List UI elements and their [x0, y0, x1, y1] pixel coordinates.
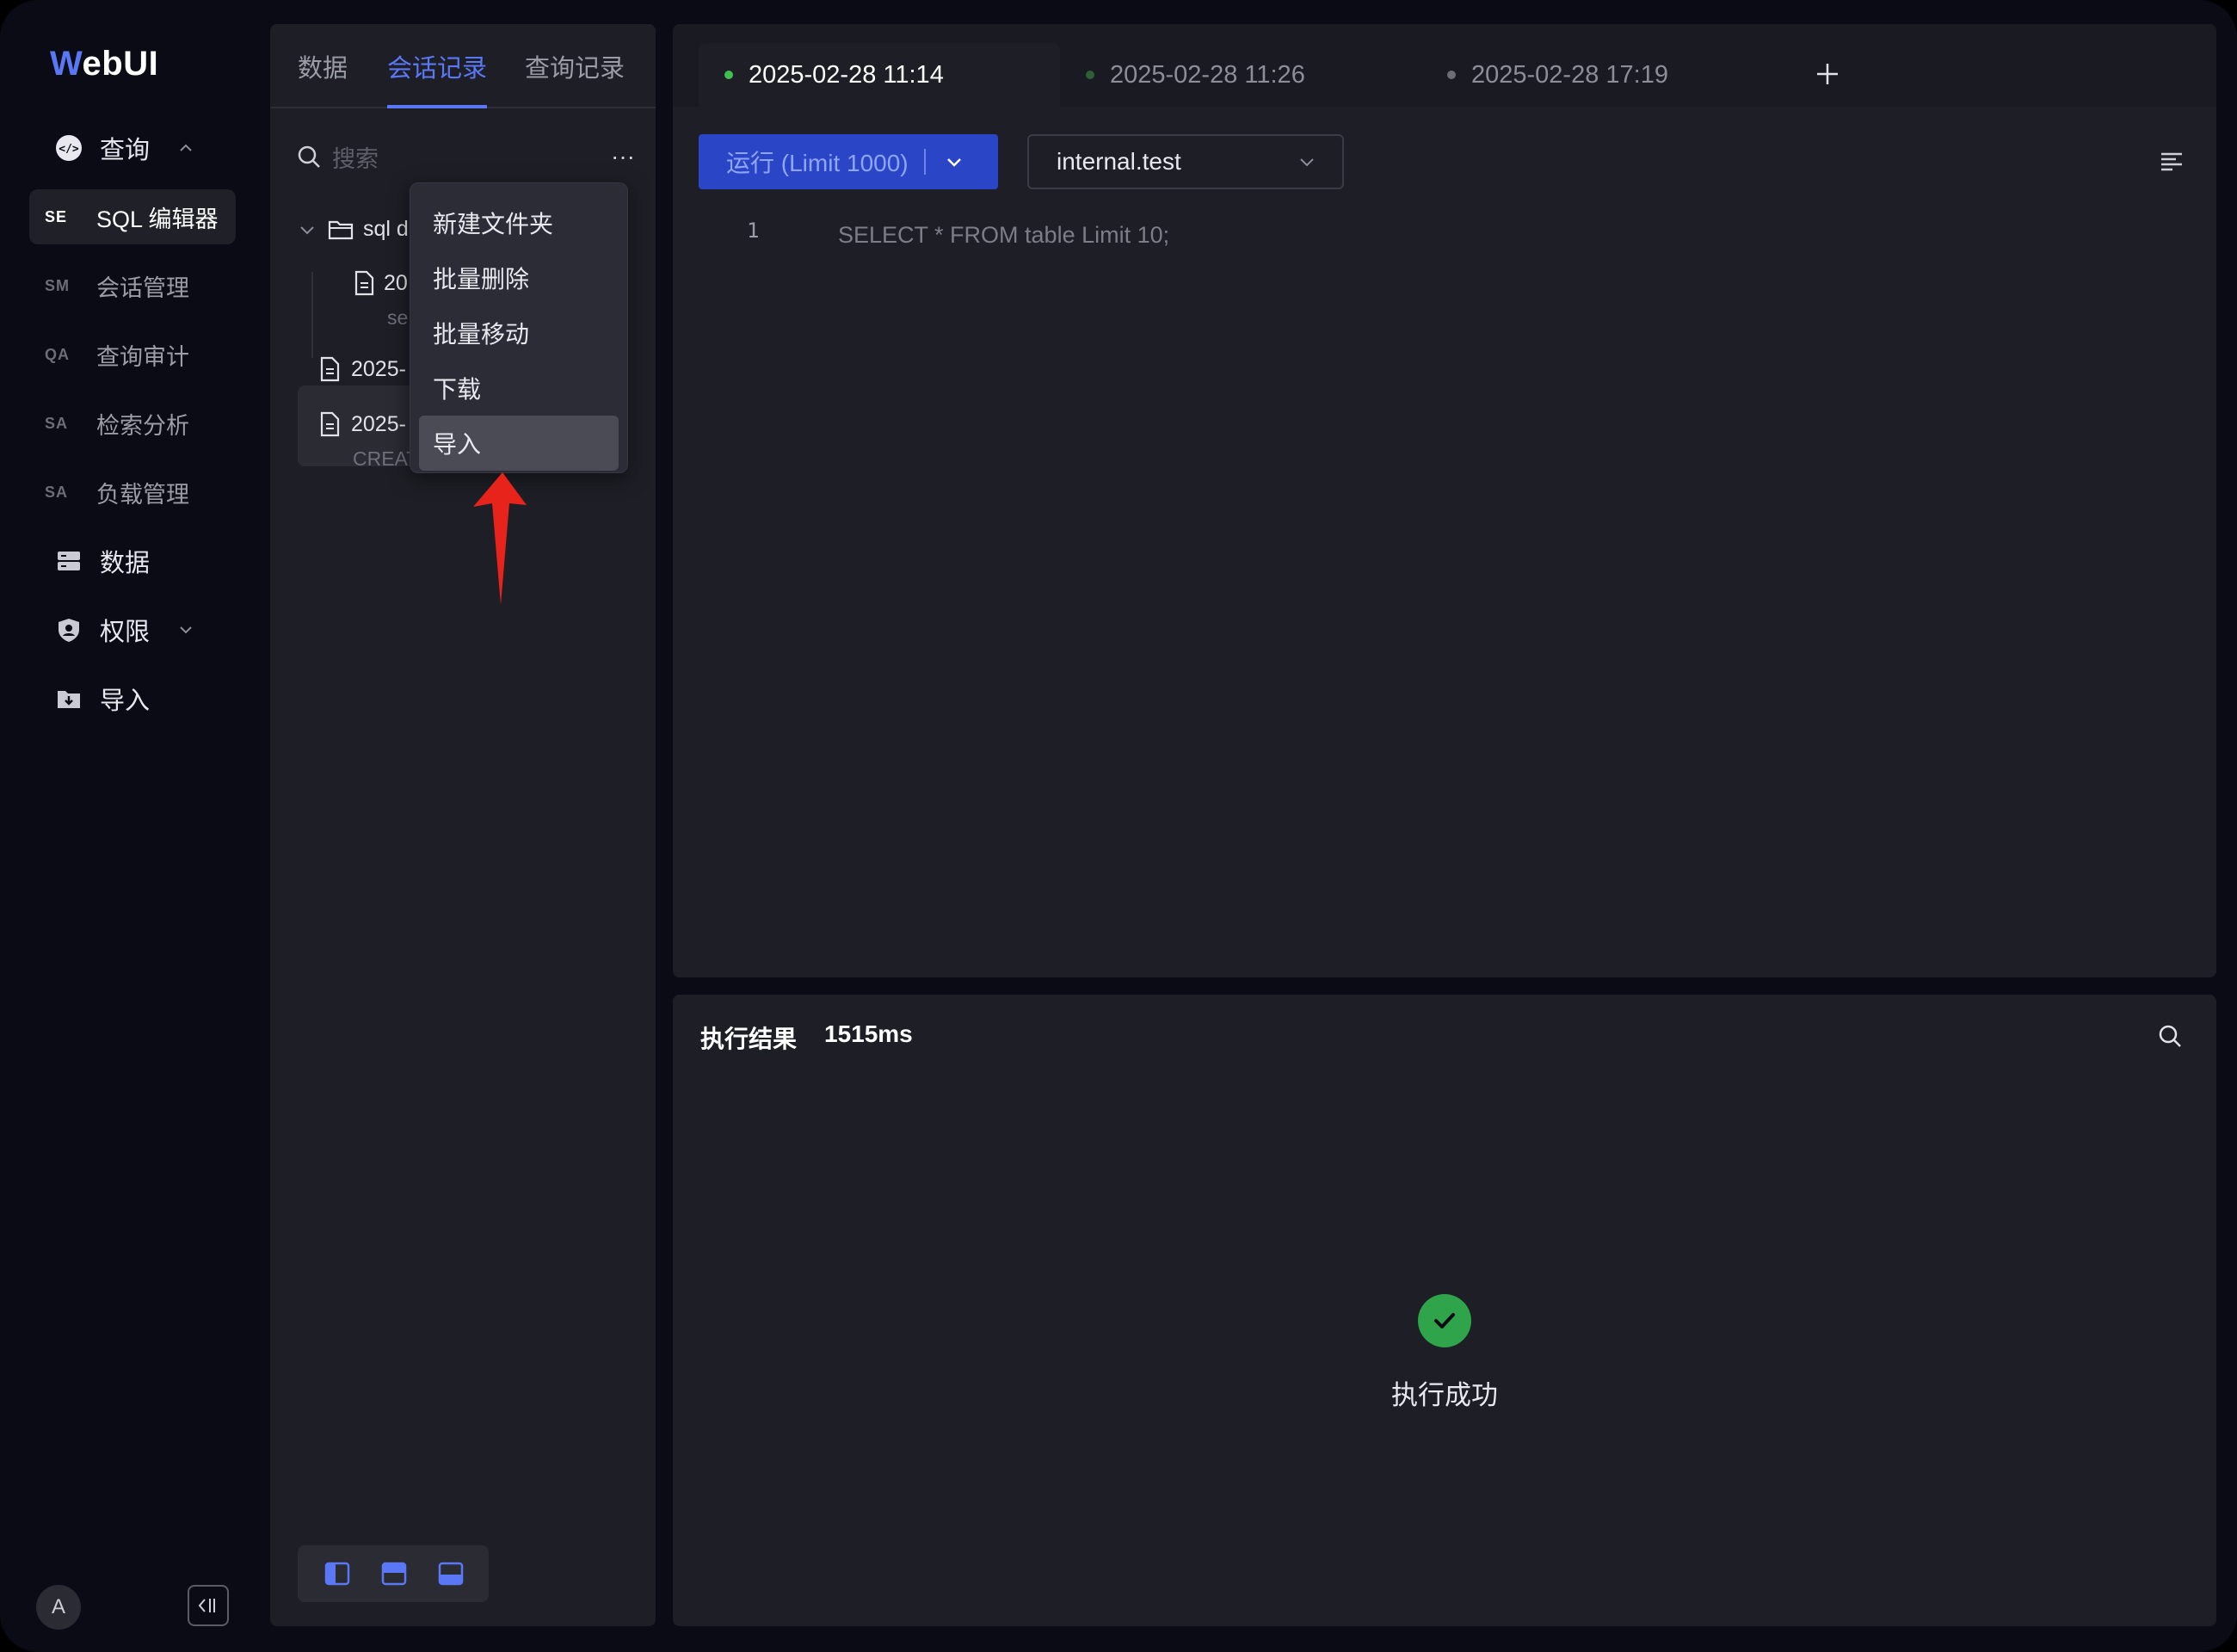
menu-item-batch-move[interactable]: 批量移动	[419, 305, 619, 361]
collapse-sidebar-button[interactable]	[188, 1585, 229, 1626]
sidebar-item-workload-management[interactable]: SA 负载管理	[29, 465, 236, 520]
tree-file-preview: CREAT	[353, 447, 418, 470]
format-button[interactable]	[2154, 145, 2189, 179]
tree-file[interactable]: 2025-	[318, 356, 422, 382]
menu-item-download[interactable]: 下载	[419, 361, 619, 416]
annotation-arrow-icon	[473, 472, 527, 605]
sidebar-item-sql-editor[interactable]: SE SQL 编辑器	[29, 189, 236, 244]
nav-item-import[interactable]: 导入	[29, 671, 236, 726]
nav-item-permissions[interactable]: 权限	[29, 602, 236, 657]
layout-bottom-panel-icon[interactable]	[437, 1560, 465, 1587]
tab-session-records[interactable]: 会话记录	[387, 48, 488, 108]
sidebar-item-session-management[interactable]: SM 会话管理	[29, 258, 236, 313]
status-dot	[1086, 71, 1094, 79]
tab-query-records[interactable]: 查询记录	[525, 48, 625, 108]
chevron-down-icon	[300, 225, 314, 234]
file-icon	[320, 356, 340, 382]
query-icon: </>	[52, 131, 86, 165]
svg-text:</>: </>	[59, 143, 79, 156]
chevron-down-icon[interactable]	[941, 149, 967, 175]
avatar[interactable]: A	[36, 1585, 81, 1630]
code-input[interactable]: SELECT * FROM table Limit 10;	[838, 222, 1169, 249]
folder-import-icon	[52, 681, 86, 716]
more-options-button[interactable]: ···	[604, 138, 642, 176]
menu-item-import[interactable]: 导入	[419, 416, 619, 471]
sidebar-nav: WebUI </> 查询 SE SQL 编辑器 SM 会话管理 QA 查询审计 …	[0, 0, 258, 1652]
editor-tab-bar: 2025-02-28 11:14 2025-02-28 11:26 2025-0…	[673, 24, 2216, 107]
search-icon	[2159, 1025, 2181, 1047]
layout-top-panel-icon[interactable]	[380, 1560, 408, 1587]
sidebar-item-search-analysis[interactable]: SA 检索分析	[29, 396, 236, 451]
search-icon	[298, 145, 320, 168]
sql-editor: 2025-02-28 11:14 2025-02-28 11:26 2025-0…	[673, 24, 2216, 977]
status-message: 执行成功	[1391, 1380, 1498, 1410]
editor-tab[interactable]: 2025-02-28 17:19	[1447, 43, 1791, 107]
chevron-down-icon	[1300, 158, 1314, 167]
results-search-button[interactable]	[2153, 1019, 2187, 1053]
add-tab-button[interactable]	[1807, 53, 1848, 95]
success-check-icon	[1418, 1294, 1471, 1347]
context-menu: 新建文件夹 批量删除 批量移动 下载 导入	[410, 182, 628, 473]
results-panel: 执行结果 1515ms 执行成功	[673, 995, 2216, 1626]
chevron-down-icon[interactable]	[174, 618, 198, 642]
status-dot	[724, 71, 733, 79]
menu-item-batch-delete[interactable]: 批量删除	[419, 250, 619, 305]
editor-tab[interactable]: 2025-02-28 11:26	[1086, 43, 1430, 107]
collapse-icon	[198, 1599, 215, 1612]
file-icon	[320, 411, 340, 437]
folder-icon	[328, 220, 354, 239]
nav-item-data[interactable]: 数据	[29, 533, 236, 589]
tree-folder[interactable]: sql d	[298, 217, 427, 242]
execution-time: 1515ms	[824, 1020, 913, 1047]
line-number: 1	[747, 219, 760, 243]
nav-item-query[interactable]: </> 查询	[29, 120, 236, 176]
app-logo: WebUI	[50, 45, 159, 83]
run-button[interactable]: 运行 (Limit 1000)	[699, 134, 998, 189]
sidebar-item-query-audit[interactable]: QA 查询审计	[29, 327, 236, 382]
text-align-icon	[2161, 152, 2182, 171]
database-select[interactable]: internal.test	[1027, 134, 1344, 189]
results-title: 执行结果	[700, 1026, 798, 1052]
editor-tab[interactable]: 2025-02-28 11:14	[699, 43, 1060, 107]
search-input[interactable]: 搜索	[296, 136, 606, 177]
tree-file[interactable]: 2025-	[318, 411, 422, 437]
app-window: WebUI </> 查询 SE SQL 编辑器 SM 会话管理 QA 查询审计 …	[0, 0, 2237, 1652]
menu-item-new-folder[interactable]: 新建文件夹	[419, 195, 619, 250]
shield-icon	[52, 613, 86, 647]
panel-tabs: 数据 会话记录 查询记录	[270, 24, 656, 108]
tab-data[interactable]: 数据	[298, 48, 348, 108]
layout-left-panel-icon[interactable]	[324, 1560, 351, 1587]
tree-guide-line	[311, 272, 313, 358]
database-icon	[52, 544, 86, 578]
layout-switcher	[298, 1545, 489, 1602]
plus-icon	[1817, 64, 1838, 84]
file-icon	[354, 270, 374, 296]
status-dot	[1447, 71, 1456, 79]
chevron-up-icon[interactable]	[174, 136, 198, 160]
